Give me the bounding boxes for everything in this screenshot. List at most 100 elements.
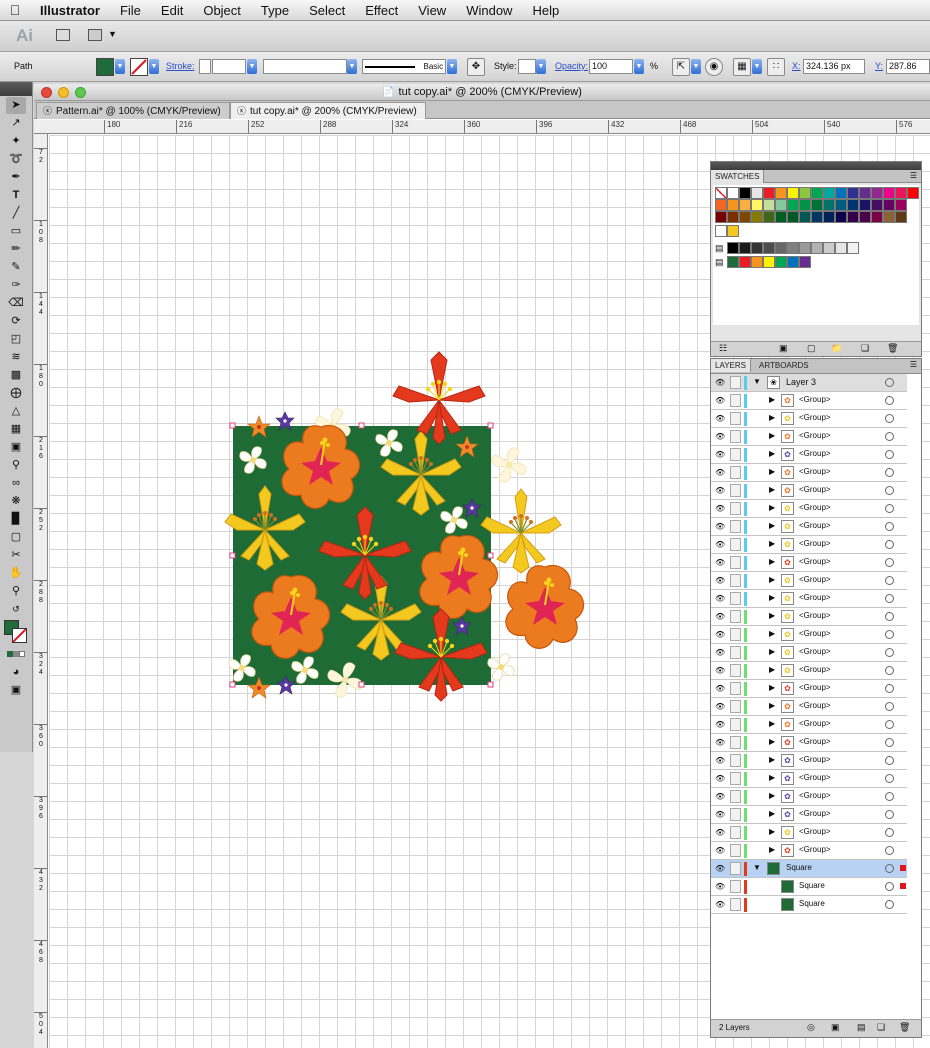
hand-tool-icon[interactable]: ✋	[6, 565, 26, 582]
lock-toggle[interactable]	[730, 862, 741, 875]
layer-name[interactable]: <Group>	[799, 737, 831, 746]
swatch[interactable]	[775, 211, 787, 223]
target-icon[interactable]	[885, 720, 894, 729]
swatch[interactable]	[883, 199, 895, 211]
eraser-tool-icon[interactable]: ⌫	[6, 295, 26, 312]
magic-wand-tool-icon[interactable]: ✦	[6, 133, 26, 150]
stroke-box[interactable]	[12, 628, 27, 643]
free-transform-tool-icon[interactable]: ▩	[6, 367, 26, 384]
target-icon[interactable]	[885, 846, 894, 855]
disclosure-triangle-icon[interactable]: ▶	[769, 539, 775, 548]
target-icon[interactable]	[885, 594, 894, 603]
target-icon[interactable]	[885, 414, 894, 423]
lock-toggle[interactable]	[730, 664, 741, 677]
disclosure-triangle-icon[interactable]: ▶	[769, 521, 775, 530]
layer-row[interactable]: 👁 ▶ ✿ <Group>	[711, 662, 907, 680]
opacity-field[interactable]: 100	[589, 59, 633, 74]
layer-name[interactable]: <Group>	[799, 845, 831, 854]
eye-icon[interactable]: 👁	[715, 828, 726, 837]
menu-file[interactable]: File	[110, 0, 151, 21]
lock-toggle[interactable]	[730, 556, 741, 569]
swatch[interactable]	[871, 187, 883, 199]
layer-row[interactable]: 👁 ▶ ✿ <Group>	[711, 572, 907, 590]
swatch[interactable]	[775, 187, 787, 199]
layer-row[interactable]: 👁 ▶ ✿ <Group>	[711, 734, 907, 752]
stroke-stepper[interactable]	[199, 59, 211, 74]
layer-name[interactable]: <Group>	[799, 629, 831, 638]
disclosure-triangle-icon[interactable]: ▶	[769, 845, 775, 854]
panel-menu-icon[interactable]: ☰	[910, 360, 917, 369]
target-icon[interactable]	[885, 558, 894, 567]
layer-row[interactable]: 👁 ▶ ✿ <Group>	[711, 716, 907, 734]
column-graph-tool-icon[interactable]: ▉	[6, 511, 26, 528]
drawing-modes-icon[interactable]: ◕	[6, 664, 26, 681]
swatch-options-icon[interactable]: ▢	[807, 343, 816, 354]
gradient-tool-icon[interactable]: ▣	[6, 439, 26, 456]
layer-name[interactable]: <Group>	[799, 827, 831, 836]
swatch[interactable]	[739, 242, 751, 254]
align-dropdown[interactable]: ▼	[752, 59, 762, 74]
swatch[interactable]	[799, 187, 811, 199]
eye-icon[interactable]: 👁	[715, 522, 726, 531]
swatch[interactable]	[787, 199, 799, 211]
close-icon[interactable]: ⓧ	[43, 106, 52, 116]
menu-type[interactable]: Type	[251, 0, 299, 21]
locate-object-icon[interactable]: ◎	[807, 1022, 815, 1033]
swatch[interactable]	[787, 242, 799, 254]
layer-name[interactable]: <Group>	[799, 431, 831, 440]
new-sublayer-icon[interactable]: ▤	[857, 1022, 866, 1033]
layer-row[interactable]: 👁 Square	[711, 896, 907, 914]
close-icon[interactable]: ⓧ	[237, 106, 246, 116]
disclosure-triangle-icon[interactable]: ▶	[769, 629, 775, 638]
layer-name[interactable]: <Group>	[799, 683, 831, 692]
align-icon[interactable]: ▦	[733, 58, 751, 76]
y-label[interactable]: Y:	[875, 61, 883, 71]
layer-name[interactable]: <Group>	[799, 395, 831, 404]
swatch[interactable]	[895, 187, 907, 199]
swatch[interactable]	[835, 242, 847, 254]
disclosure-triangle-icon[interactable]: ▶	[769, 665, 775, 674]
screen-mode-icon[interactable]: ▣	[6, 682, 26, 699]
lock-toggle[interactable]	[730, 502, 741, 515]
blob-brush-tool-icon[interactable]: ✑	[6, 277, 26, 294]
swatch[interactable]	[775, 242, 787, 254]
layer-name[interactable]: <Group>	[799, 755, 831, 764]
eye-icon[interactable]: 👁	[715, 432, 726, 441]
disclosure-triangle-icon[interactable]: ▶	[769, 701, 775, 710]
menu-select[interactable]: Select	[299, 0, 355, 21]
swatch[interactable]	[775, 199, 787, 211]
swatch[interactable]	[823, 211, 835, 223]
style-swatch[interactable]	[518, 59, 536, 74]
eye-icon[interactable]: 👁	[715, 504, 726, 513]
disclosure-triangle-icon[interactable]: ▶	[769, 647, 775, 656]
swatch[interactable]	[835, 211, 847, 223]
style-dropdown[interactable]: ▼	[536, 59, 546, 74]
layer-name[interactable]: <Group>	[799, 791, 831, 800]
swatch[interactable]	[739, 187, 751, 199]
swap-fill-stroke-icon[interactable]: ↺	[6, 601, 26, 618]
layer-name[interactable]: <Group>	[799, 557, 831, 566]
target-icon[interactable]	[885, 630, 894, 639]
swatch[interactable]	[751, 211, 763, 223]
eye-icon[interactable]: 👁	[715, 756, 726, 765]
rotate-tool-icon[interactable]: ⟳	[6, 313, 26, 330]
swatch[interactable]	[847, 242, 859, 254]
eye-icon[interactable]: 👁	[715, 468, 726, 477]
swatch[interactable]	[715, 199, 727, 211]
disclosure-triangle-icon[interactable]: ▶	[769, 503, 775, 512]
horizontal-ruler[interactable]: 180216252288324360396432468504540576612	[34, 120, 930, 134]
target-icon[interactable]	[885, 486, 894, 495]
selected-art-indicator[interactable]	[900, 883, 906, 889]
select-similar-icon[interactable]: ⇱	[672, 58, 690, 76]
pattern-swatch[interactable]	[727, 225, 739, 237]
eye-icon[interactable]: 👁	[715, 900, 726, 909]
swatch[interactable]	[871, 211, 883, 223]
swatch[interactable]	[727, 256, 739, 268]
disclosure-triangle-icon[interactable]: ▶	[769, 827, 775, 836]
pencil-tool-icon[interactable]: ✎	[6, 259, 26, 276]
pen-tool-icon[interactable]: ✒	[6, 169, 26, 186]
layer-row[interactable]: 👁 ▶ ✿ <Group>	[711, 482, 907, 500]
disclosure-triangle-icon[interactable]: ▶	[769, 809, 775, 818]
minimize-button[interactable]	[58, 87, 69, 98]
layer-name[interactable]: Layer 3	[786, 377, 816, 387]
